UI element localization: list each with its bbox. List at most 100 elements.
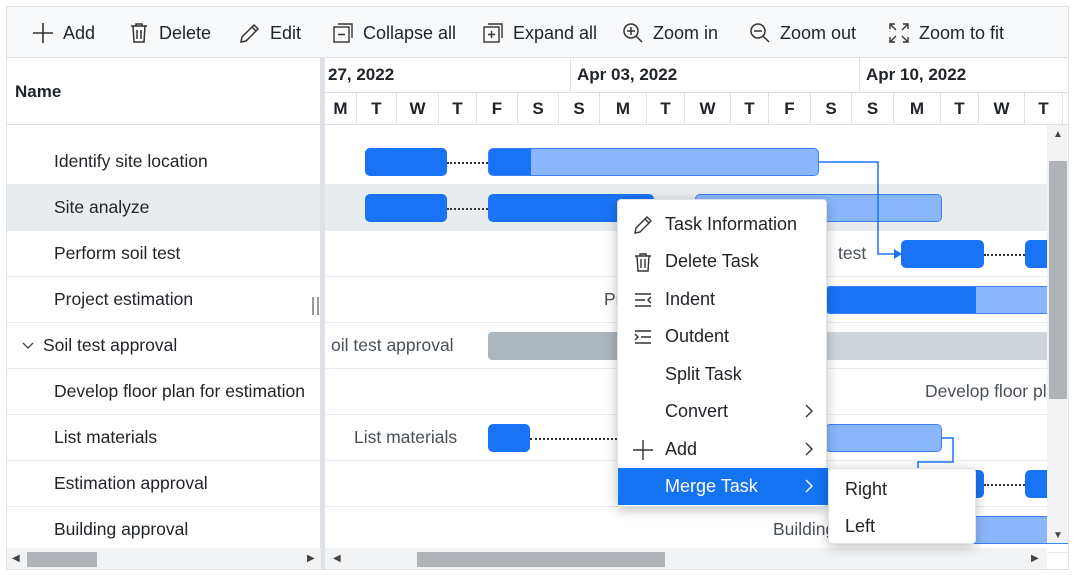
plus-icon [633,440,653,460]
day-label: T [1025,93,1063,125]
submenu-item-left[interactable]: Left [845,516,875,537]
day-label: T [439,93,477,125]
edit-label: Edit [270,22,302,43]
day-label: S [811,93,852,125]
task-name: Perform soil test [54,243,181,263]
task-bar[interactable] [825,424,942,452]
splitter-grip[interactable] [309,296,322,316]
task-name: Project estimation [54,289,194,309]
indent-icon [635,293,652,307]
submenu-item-right[interactable]: Right [845,479,887,500]
day-label: T [647,93,685,125]
table-row[interactable]: Perform soil test [7,231,321,277]
task-name: List materials [54,427,158,447]
menu-item-label: Add [665,439,698,459]
pencil-icon [240,23,260,43]
table-row[interactable]: Develop floor plan for estimation [7,369,321,415]
trash-icon [131,23,147,43]
task-label: test [838,243,867,263]
task-bar[interactable] [488,424,530,452]
chart-row [325,139,1068,185]
zoom-in-button[interactable]: Zoom in [621,19,718,47]
trash-icon [635,253,651,272]
table-row[interactable]: Site analyze [7,185,321,231]
split-connector [447,208,488,210]
day-label: T [357,93,397,125]
delete-button[interactable]: Delete [127,19,211,47]
delete-label: Delete [159,22,212,43]
fit-icon [889,23,909,43]
task-bar[interactable] [365,194,447,222]
menu-item-task-information[interactable]: Task Information [618,206,828,243]
expand-all-button[interactable]: Expand all [481,19,597,47]
day-label: T [731,93,769,125]
chevron-down-icon[interactable] [21,339,35,353]
table-row[interactable]: List materials [7,415,321,461]
table-row[interactable]: Identify site location [7,139,321,185]
collapse-all-button[interactable]: Collapse all [331,19,456,47]
day-label: W [979,93,1025,125]
task-label: Building [773,519,836,539]
menu-item-add[interactable]: Add [618,431,828,468]
split-connector [447,162,488,164]
table-row[interactable]: Building approval [7,507,321,553]
task-name: Site analyze [54,197,150,217]
table-row[interactable]: Soil test approval [7,323,321,369]
task-label: Develop floor pla [925,381,1057,401]
timeline-week-header: 27, 2022 Apr 03, 2022 Apr 10, 2022 [325,58,1068,93]
split-connector [984,484,1025,486]
menu-item-outdent[interactable]: Outdent [618,318,828,355]
task-name: Develop floor plan for estimation [54,381,305,401]
day-label: W [397,93,439,125]
task-bar[interactable] [488,148,819,176]
day-label: F [477,93,518,125]
collapse-icon [333,23,353,43]
day-label: M [894,93,941,125]
context-menu: Task Information Delete Task Indent Outd… [617,199,828,507]
add-button[interactable]: Add [31,19,95,47]
menu-item-indent[interactable]: Indent [618,281,828,318]
timeline-day-header: MTWTFSSMTWTFSSMTWT [325,93,1068,125]
task-bar[interactable] [901,240,984,268]
scroll-thumb[interactable] [27,552,97,567]
scroll-thumb[interactable] [1049,161,1067,399]
menu-item-label: Outdent [665,326,730,346]
edit-button[interactable]: Edit [238,19,301,47]
task-name: Building approval [54,519,189,539]
chart-horizontal-scrollbar[interactable]: ◀ ▶ [325,548,1047,569]
zoom-to-fit-label: Zoom to fit [919,22,1005,43]
menu-item-split-task[interactable]: Split Task [618,356,828,393]
chart-vertical-scrollbar[interactable]: ▲ ▼ [1047,125,1068,543]
day-label: S [518,93,559,125]
task-name: Identify site location [54,151,208,171]
menu-item-label: Indent [665,289,716,309]
zoom-in-icon [623,23,643,43]
scroll-thumb[interactable] [417,552,665,567]
column-header-name[interactable]: Name [15,82,61,102]
day-label: F [769,93,811,125]
week-label: Apr 03, 2022 [571,58,860,93]
expand-icon [483,23,503,43]
task-bar[interactable] [365,148,447,176]
task-name: Estimation approval [54,473,208,493]
chevron-right-icon [805,442,813,456]
split-connector [530,438,625,440]
chevron-right-icon [805,479,813,493]
menu-item-convert[interactable]: Convert [618,393,828,430]
day-label: T [941,93,979,125]
pencil-icon [634,216,652,234]
menu-item-label: Delete Task [665,251,759,271]
menu-item-merge-task[interactable]: Merge Task [618,468,828,505]
grid-horizontal-scrollbar[interactable]: ◀ ▶ [7,548,321,569]
table-row[interactable]: Project estimation [7,277,321,323]
collapse-all-label: Collapse all [363,22,457,43]
menu-item-delete-task[interactable]: Delete Task [618,243,828,280]
task-bar[interactable] [825,286,1068,314]
week-label: 27, 2022 [325,58,571,93]
menu-item-label: Split Task [665,364,742,384]
table-row[interactable]: Estimation approval [7,461,321,507]
zoom-out-button[interactable]: Zoom out [748,19,856,47]
day-label: S [559,93,600,125]
plus-icon [33,23,53,43]
zoom-to-fit-button[interactable]: Zoom to fit [887,19,1004,47]
